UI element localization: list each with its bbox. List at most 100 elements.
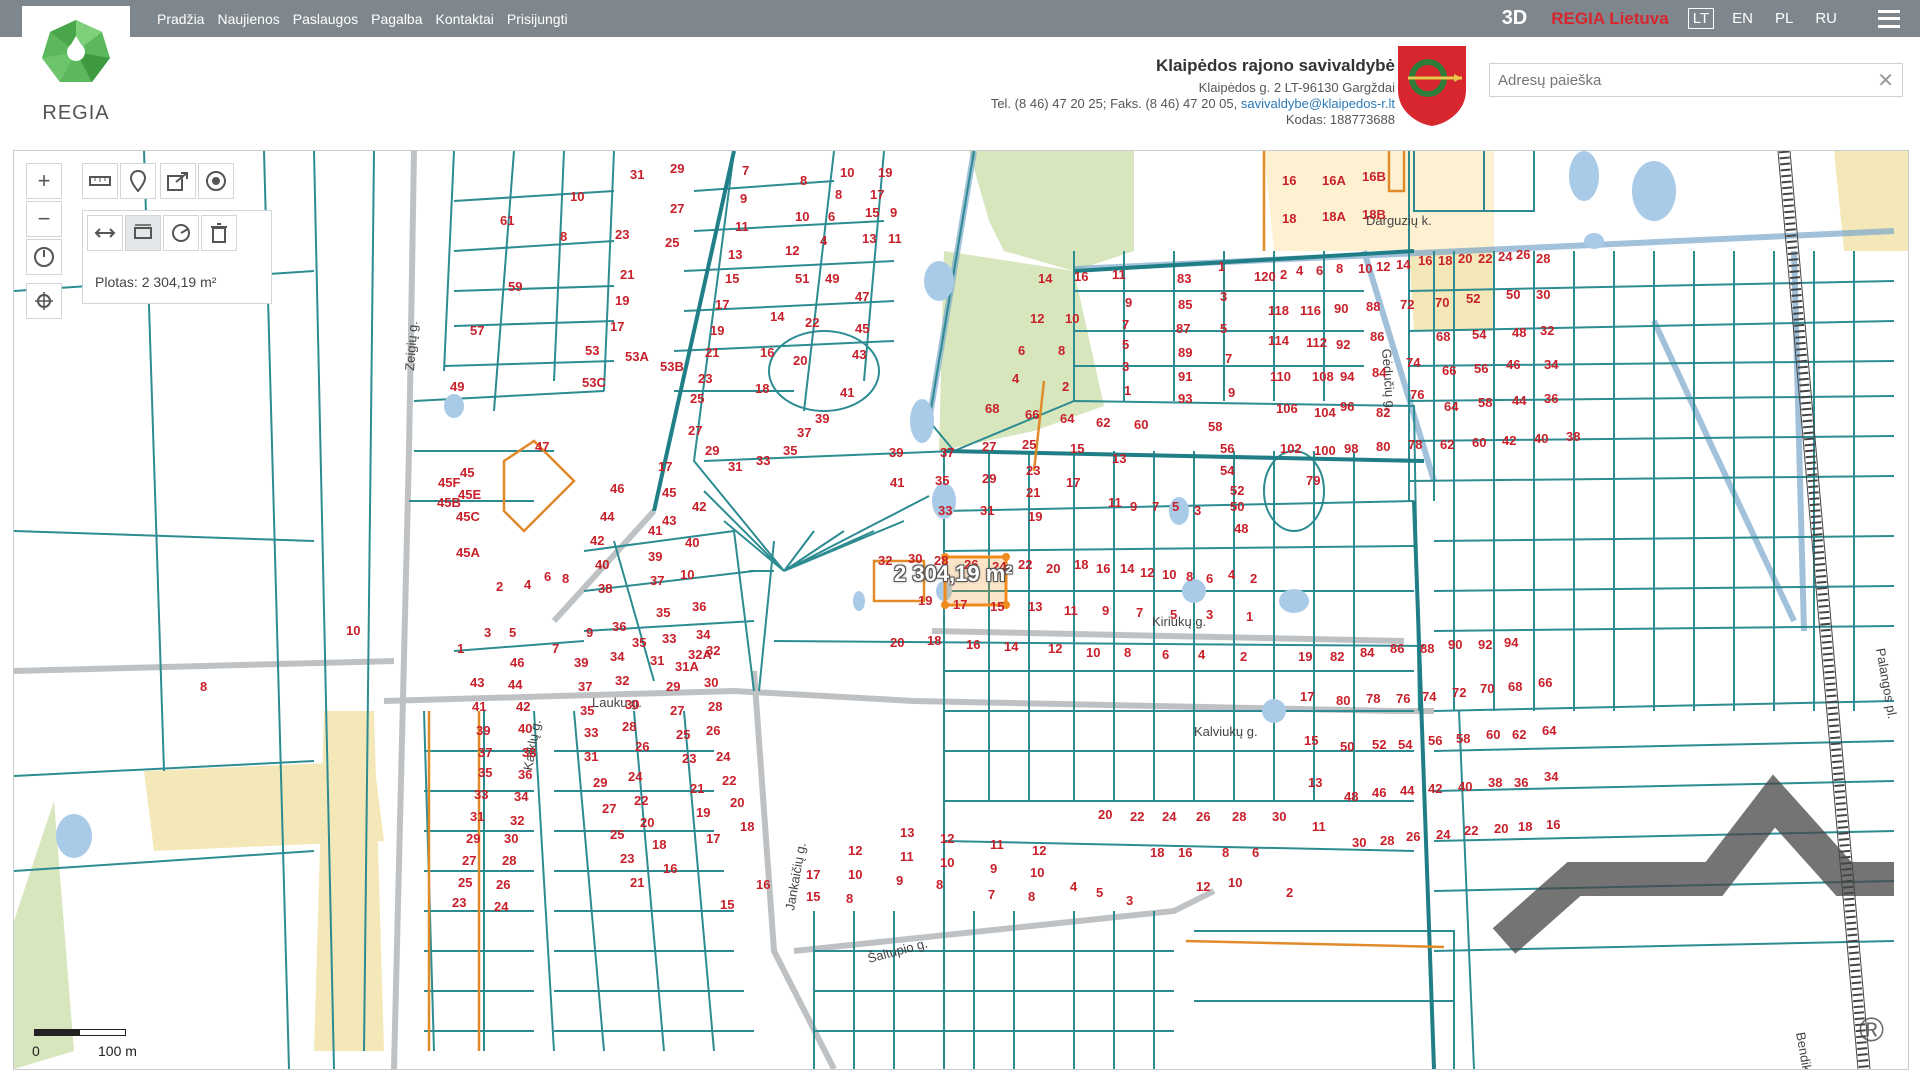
parcel-number[interactable]: 46 [1506,357,1520,372]
parcel-number[interactable]: 16 [1178,845,1192,860]
parcel-number[interactable]: 46 [610,481,624,496]
parcel-number[interactable]: 8 [800,173,807,188]
parcel-number[interactable]: 26 [706,723,720,738]
parcel-number[interactable]: 10 [1358,261,1372,276]
parcel-number[interactable]: 14 [1004,639,1019,654]
parcel-number[interactable]: 88 [1420,641,1434,656]
parcel-number[interactable]: 25 [665,235,679,250]
parcel-number[interactable]: 18 [1438,253,1452,268]
parcel-number[interactable]: 41 [890,475,904,490]
parcel-number[interactable]: 26 [1196,809,1210,824]
parcel-number[interactable]: 16 [1418,253,1432,268]
parcel-number[interactable]: 9 [896,873,903,888]
parcel-number[interactable]: 7 [1122,317,1129,332]
parcel-number[interactable]: 70 [1480,681,1494,696]
parcel-number[interactable]: 10 [680,567,694,582]
parcel-number[interactable]: 23 [1026,463,1040,478]
parcel-number[interactable]: 108 [1312,369,1334,384]
parcel-number[interactable]: 30 [1352,835,1366,850]
parcel-number[interactable]: 85 [1178,297,1192,312]
parcel-number[interactable]: 80 [1336,693,1350,708]
parcel-number[interactable]: 4 [524,577,532,592]
parcel-number[interactable]: 2 [1250,571,1257,586]
parcel-number[interactable]: 44 [508,677,523,692]
parcel-number[interactable]: 14 [770,309,785,324]
parcel-number[interactable]: 53 [585,343,599,358]
parcel-number[interactable]: 14 [1038,271,1053,286]
parcel-number[interactable]: 9 [990,861,997,876]
parcel-number[interactable]: 50 [1506,287,1520,302]
parcel-number[interactable]: 56 [1428,733,1442,748]
nav-prisijungti[interactable]: Prisijungti [507,11,568,27]
parcel-number[interactable]: 35 [580,703,594,718]
parcel-number[interactable]: 21 [1026,485,1040,500]
parcel-number[interactable]: 24 [494,899,509,914]
parcel-number[interactable]: 84 [1360,645,1375,660]
parcel-number[interactable]: 6 [1206,571,1213,586]
parcel-number[interactable]: 6 [1162,647,1169,662]
parcel-number[interactable]: 54 [1472,327,1487,342]
parcel-number[interactable]: 24 [1162,809,1177,824]
parcel-number[interactable]: 90 [1448,637,1462,652]
parcel-number[interactable]: 34 [610,649,625,664]
parcel-number[interactable]: 11 [1108,495,1122,510]
parcel-number[interactable]: 42 [692,499,706,514]
parcel-number[interactable]: 15 [865,205,879,220]
parcel-number[interactable]: 4 [1228,567,1236,582]
parcel-number[interactable]: 37 [940,445,954,460]
parcel-number[interactable]: 41 [648,523,662,538]
parcel-number[interactable]: 11 [735,219,749,234]
locate-button[interactable] [26,283,62,319]
parcel-number[interactable]: 76 [1396,691,1410,706]
parcel-number[interactable]: 86 [1370,329,1384,344]
parcel-number[interactable]: 40 [1534,431,1548,446]
parcel-number[interactable]: 10 [1162,567,1176,582]
parcel-number[interactable]: 17 [953,597,967,612]
parcel-number[interactable]: 4 [1012,371,1020,386]
parcel-number[interactable]: 43 [470,675,484,690]
parcel-number[interactable]: 40 [685,535,699,550]
parcel-number[interactable]: 8 [1222,845,1229,860]
parcel-number[interactable]: 66 [1538,675,1552,690]
parcel-number[interactable]: 9 [740,191,747,206]
parcel-number[interactable]: 11 [888,231,902,246]
parcel-number[interactable]: 23 [620,851,634,866]
parcel-number[interactable]: 32 [615,673,629,688]
parcel-number[interactable]: 12 [1048,641,1062,656]
parcel-number[interactable]: 4 [1296,263,1304,278]
parcel-number[interactable]: 33 [662,631,676,646]
parcel-number[interactable]: 32A [688,647,712,662]
parcel-number[interactable]: 3 [1206,607,1213,622]
parcel-number[interactable]: 22 [805,315,819,330]
parcel-number[interactable]: 16B [1362,169,1386,184]
parcel-number[interactable]: 116 [1300,303,1321,318]
parcel-number[interactable]: 44 [600,509,615,524]
parcel-number[interactable]: 29 [670,161,684,176]
parcel-number[interactable]: 24 [716,749,731,764]
parcel-number[interactable]: 64 [1542,723,1557,738]
parcel-number[interactable]: 11 [990,837,1004,852]
parcel-number[interactable]: 5 [1096,885,1103,900]
parcel-number[interactable]: 30 [1272,809,1286,824]
parcel-number[interactable]: 21 [705,345,719,360]
parcel-number[interactable]: 56 [1220,441,1234,456]
parcel-number[interactable]: 93 [1178,391,1192,406]
parcel-number[interactable]: 53B [660,359,684,374]
point-tool-button[interactable] [198,163,234,199]
parcel-number[interactable]: 2 [1062,379,1069,394]
parcel-number[interactable]: 6 [544,569,551,584]
parcel-number[interactable]: 4 [820,233,828,248]
parcel-number[interactable]: 40 [1458,779,1472,794]
parcel-number[interactable]: 36 [1544,391,1558,406]
parcel-number[interactable]: 30 [704,675,718,690]
parcel-number[interactable]: 120 [1254,269,1276,284]
nav-paslaugos[interactable]: Paslaugos [293,11,358,27]
parcel-number[interactable]: 13 [900,825,914,840]
parcel-number[interactable]: 18 [1282,211,1296,226]
parcel-number[interactable]: 23 [698,371,712,386]
parcel-number[interactable]: 31 [650,653,664,668]
parcel-number[interactable]: 1 [457,641,464,656]
parcel-number[interactable]: 49 [450,379,464,394]
parcel-number[interactable]: 9 [1228,385,1235,400]
parcel-number[interactable]: 16 [663,861,677,876]
